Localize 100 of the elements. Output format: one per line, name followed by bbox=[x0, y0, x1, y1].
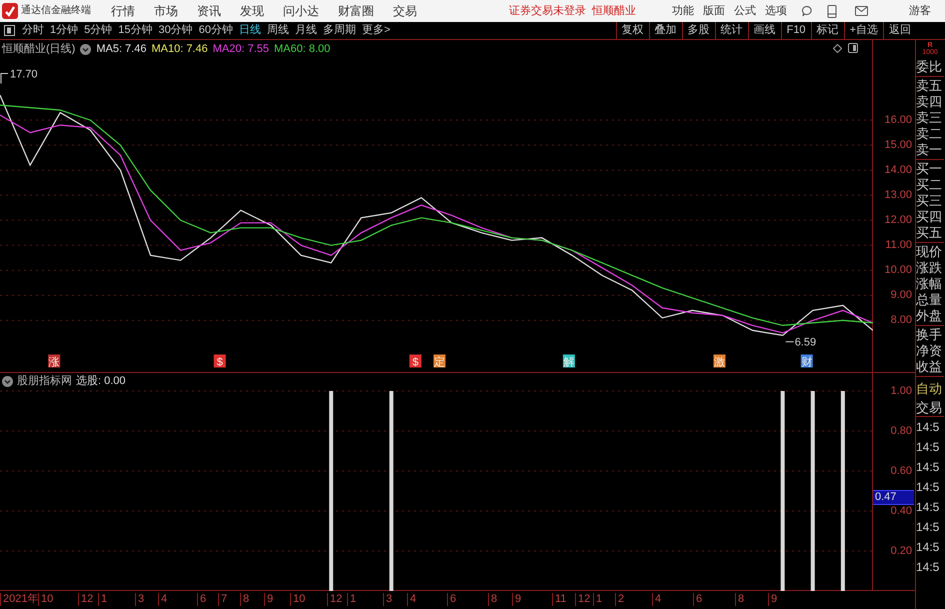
quote-field-label: 换手 bbox=[916, 327, 943, 343]
date-axis-label: 2 bbox=[615, 593, 624, 606]
quote-field-label: 卖四 bbox=[916, 94, 943, 110]
chart-tool-button[interactable]: F10 bbox=[780, 22, 811, 39]
period-tab[interactable]: 日线 bbox=[236, 22, 264, 39]
trade-time: 14:5 bbox=[916, 499, 940, 516]
user-label[interactable]: 游客 bbox=[909, 3, 931, 19]
period-tab[interactable]: 分时 bbox=[19, 22, 47, 39]
period-tab[interactable]: 1分钟 bbox=[47, 22, 82, 39]
event-marker[interactable]: 涨 bbox=[48, 354, 60, 368]
chart-tool-button[interactable]: 标记 bbox=[810, 22, 844, 39]
event-marker[interactable]: $ bbox=[214, 354, 226, 368]
sidebar-toggle-icon[interactable] bbox=[4, 25, 15, 36]
price-axis-label: 13.00 bbox=[884, 189, 912, 202]
chart-tool-button[interactable]: 复权 bbox=[616, 22, 649, 39]
chart-tool-button[interactable]: 多股 bbox=[682, 22, 715, 39]
quote-field-label: 净资 bbox=[916, 343, 943, 359]
tool-menu-item[interactable]: 版面 bbox=[703, 3, 725, 19]
quote-field-label: 买二 bbox=[916, 177, 943, 193]
date-axis-label: 9 bbox=[768, 593, 778, 606]
date-axis-label: 8 bbox=[240, 593, 250, 606]
value-axis-label: 1.00 bbox=[890, 385, 912, 397]
chart-title: 恒顺醋业(日线) bbox=[2, 42, 76, 56]
chat-bubble-icon[interactable] bbox=[801, 5, 813, 17]
date-axis-label: 12 bbox=[327, 593, 342, 606]
price-axis-label: 14.00 bbox=[884, 164, 912, 176]
price-axis-label: 15.00 bbox=[884, 139, 912, 152]
quote-field-label: 收益 bbox=[916, 359, 943, 375]
stock-name: 恒顺醋业 bbox=[592, 4, 636, 19]
date-axis-label: 6 bbox=[447, 593, 456, 606]
date-axis-label: 2021年 bbox=[0, 593, 38, 606]
price-axis-label: 12.00 bbox=[884, 214, 912, 226]
menu-item[interactable]: 行情 bbox=[111, 3, 135, 19]
date-axis-label: 3 bbox=[135, 593, 144, 606]
period-tab[interactable]: 更多> bbox=[359, 22, 394, 39]
chart-tool-button[interactable]: 返回 bbox=[883, 22, 916, 39]
date-axis-label: 1 bbox=[593, 593, 602, 606]
date-axis-label: 9 bbox=[264, 593, 274, 606]
value-axis-label: 0.20 bbox=[890, 545, 912, 557]
trade-time: 14:5 bbox=[916, 479, 940, 496]
trade-time: 14:5 bbox=[916, 559, 940, 576]
trade-status[interactable]: 证券交易未登录 bbox=[509, 3, 586, 19]
tool-menu-item[interactable]: 选项 bbox=[765, 3, 787, 19]
trade-time: 14:5 bbox=[916, 419, 940, 436]
period-tab[interactable]: 周线 bbox=[264, 22, 292, 39]
menu-item[interactable]: 财富圈 bbox=[338, 3, 374, 19]
date-axis-label: 3 bbox=[383, 593, 392, 606]
date-axis-label: 10 bbox=[290, 593, 306, 606]
quote-field-label: 买一 bbox=[916, 161, 943, 177]
period-tab[interactable]: 月线 bbox=[292, 22, 320, 39]
period-tab[interactable]: 60分钟 bbox=[196, 22, 236, 39]
menu-item[interactable]: 资讯 bbox=[197, 3, 221, 19]
date-axis-label: 4 bbox=[652, 593, 662, 606]
menu-item[interactable]: 发现 bbox=[240, 3, 264, 19]
price-axis-label: 8.00 bbox=[890, 314, 912, 326]
date-axis-label: 9 bbox=[512, 593, 522, 606]
phone-icon[interactable] bbox=[827, 4, 837, 18]
ma-legend: MA60: 8.00 bbox=[274, 42, 330, 56]
date-axis-label: 4 bbox=[407, 593, 416, 606]
ma-legend: MA5: 7.46 bbox=[96, 42, 146, 56]
date-axis-label: 6 bbox=[197, 593, 206, 606]
date-axis-label: 7 bbox=[218, 593, 228, 606]
chart-tool-button[interactable]: 叠加 bbox=[648, 22, 682, 39]
chevron-circle-icon[interactable] bbox=[80, 44, 92, 54]
period-tab[interactable]: 多周期 bbox=[320, 22, 359, 39]
trade-label: 交易 bbox=[916, 398, 944, 417]
date-axis-label: 11 bbox=[552, 593, 566, 606]
menu-item[interactable]: 交易 bbox=[393, 3, 417, 19]
quote-field-label: 涨跌 bbox=[916, 260, 943, 276]
price-axis-label: 9.00 bbox=[890, 289, 912, 302]
quote-field-label: 卖三 bbox=[916, 110, 943, 126]
auto-label: 自动 bbox=[916, 380, 943, 398]
period-tab[interactable]: 15分钟 bbox=[115, 22, 156, 39]
app-title: 通达信金融终端 bbox=[21, 4, 91, 18]
diamond-icon[interactable] bbox=[833, 44, 842, 52]
event-marker[interactable]: $ bbox=[409, 354, 422, 368]
current-value-tag: 0.47 bbox=[873, 490, 914, 505]
panel-toggle-icon[interactable] bbox=[848, 43, 858, 53]
date-axis-label: 12 bbox=[575, 593, 590, 606]
tool-menu-item[interactable]: 公式 bbox=[734, 3, 756, 19]
quote-field-label: 卖五 bbox=[916, 78, 943, 94]
ma-legend: MA20: 7.55 bbox=[212, 42, 269, 56]
chart-tool-button[interactable]: 统计 bbox=[714, 22, 748, 39]
tool-menu-item[interactable]: 功能 bbox=[672, 3, 694, 19]
period-tab[interactable]: 30分钟 bbox=[156, 22, 196, 39]
trade-time: 14:5 bbox=[916, 519, 940, 536]
date-axis-label: 1 bbox=[98, 593, 108, 606]
date-axis-label: 8 bbox=[735, 593, 744, 606]
menu-item[interactable]: 市场 bbox=[154, 3, 178, 19]
low-price-label: 6.59 bbox=[785, 336, 816, 349]
menu-item[interactable]: 问小达 bbox=[283, 3, 319, 19]
ma-legend: MA10: 7.46 bbox=[151, 42, 208, 56]
date-axis-label: 8 bbox=[488, 593, 498, 606]
period-tab[interactable]: 5分钟 bbox=[81, 22, 116, 39]
chart-tool-button[interactable]: 画线 bbox=[748, 22, 781, 39]
quote-field-label: 买五 bbox=[916, 225, 943, 241]
chart-tool-button[interactable]: +自选 bbox=[844, 22, 883, 39]
mail-icon[interactable] bbox=[855, 6, 868, 16]
price-axis-label: 10.00 bbox=[884, 264, 912, 276]
chevron-circle-icon[interactable] bbox=[2, 376, 13, 386]
